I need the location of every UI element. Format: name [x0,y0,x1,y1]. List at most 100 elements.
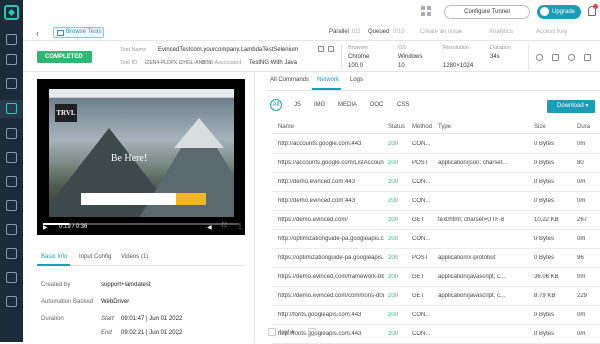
integrations-icon[interactable] [6,224,17,235]
queued-value: 0/10 [393,29,405,35]
cell-status: 200 [388,179,399,185]
fullscreen-icon[interactable]: ⛶ [222,223,226,230]
created-by-label: Created by [41,282,71,288]
visual-ui-icon[interactable] [6,176,17,187]
filter-media[interactable]: MEDIA [338,102,357,108]
table-row[interactable]: https://optimizationguide-pa.googleapis.… [272,249,600,268]
filter-all[interactable]: All [270,99,282,111]
delete-icon[interactable] [584,54,591,61]
more-icon[interactable] [552,54,559,61]
tab-basic-info[interactable]: Basic Info [41,254,67,260]
tab-input-config[interactable]: Input Config [79,254,111,260]
cell-name: https://optimizationguide-pa.googleapis.… [278,255,384,261]
table-row[interactable]: http://fonts.googleapis.com:443 200 CON...… [272,306,600,325]
cell-status: 200 [388,255,399,261]
col-method[interactable]: Method [412,124,432,130]
filter-img[interactable]: IMG [314,102,325,108]
table-row[interactable]: http://demo.evinced.com:443 200 CON... 0 By… [272,192,600,211]
tab-videos[interactable]: Videos (1) [121,254,148,260]
automation-icon[interactable] [6,103,17,114]
share-icon[interactable] [568,54,575,61]
col-duration[interactable]: Dura [577,124,590,130]
edit-icon[interactable] [318,46,324,52]
col-name[interactable]: Name [278,124,294,130]
builds-icon[interactable] [6,272,17,283]
video-player[interactable]: TRVL Be Here! ▶ 0:19 / 0:36 ◀ ⛶ ⋮ [37,79,245,235]
test-manager-icon[interactable] [6,200,17,211]
access-key-link[interactable]: Access Key [536,29,567,35]
cell-size: 0 Bytes [534,160,555,166]
screenshot-icon[interactable] [6,152,17,163]
browser-name: Chrome [348,54,370,60]
build-label: Build Associated [201,60,242,66]
cell-method: CON... [412,236,431,242]
realtime-icon[interactable] [6,54,17,65]
cell-status: 200 [388,274,399,280]
video-scene: TRVL Be Here! [49,98,234,217]
filter-css[interactable]: CSS [397,102,409,108]
cell-name: http://fonts.googleapis.com:443 [278,312,362,318]
cell-method: CON... [412,198,431,204]
col-type[interactable]: Type [438,124,451,130]
hyperexecute-icon[interactable] [6,128,17,139]
cell-duration: 80 [577,160,584,166]
create-issue-link[interactable]: Create an issue [420,29,462,35]
cell-status: 200 [388,331,399,337]
configure-tunnel-button[interactable]: Configure Tunnel [444,5,530,19]
table-row[interactable]: http://fonts.googleapis.com:443 200 CON...… [272,325,600,344]
download-button[interactable]: Download ▾ [547,100,595,113]
next-page-button[interactable] [308,328,316,336]
page-of: of 4 [284,330,295,336]
dashboard-icon[interactable] [6,34,17,45]
volume-icon[interactable]: ◀ [207,224,212,231]
play-icon[interactable]: ▶ [43,224,48,231]
cell-name: http://optimizationguide-pa.googleapis.c… [278,236,384,242]
cell-duration: 0m [577,312,586,318]
table-row[interactable]: http://demo.evinced.com:443 200 CON... 0 By… [272,173,600,192]
automation-value: WebDriver [101,299,130,305]
tab-logs[interactable]: Logs [350,77,363,83]
filter-js[interactable]: JS [294,102,301,108]
os-label: OS [398,45,406,51]
cell-size: 8.79 KB [534,293,556,299]
divider [266,90,600,91]
copy-icon[interactable] [328,46,334,52]
parallel-label: Parallel [329,29,350,35]
table-row[interactable]: https://demo.evinced.com/200 GET text/html… [272,211,600,230]
table-row[interactable]: https://demo.evinced.com/commons-d0d8a23… [272,287,600,306]
cell-duration: 267 [577,217,588,223]
cell-name: https://accounts.google.com/ListAccounts… [278,160,384,166]
automation-label: Automation Backed [41,299,94,305]
analytics-link[interactable]: Analytics [489,29,513,35]
mobile-icon[interactable] [6,78,17,89]
col-status[interactable]: Status [388,124,405,130]
duration-label: Duration [41,316,64,322]
apps-grid-icon[interactable] [421,6,432,17]
table-row[interactable]: http://optimizationguide-pa.googleapis.c… [272,230,600,249]
sidebar [0,0,23,342]
lambdatest-logo-icon[interactable] [4,5,19,20]
table-header: Name Status Method Type Size Dura [272,122,600,134]
cell-status: 200 [388,141,399,147]
table-row[interactable]: https://accounts.google.com/ListAccounts… [272,154,600,173]
upgrade-button[interactable]: Upgrade [537,5,581,19]
tab-all-commands[interactable]: All Commands [270,77,309,83]
back-arrow-icon[interactable]: ‹ [36,28,39,38]
menu-icon[interactable]: ⋮ [237,223,243,230]
prev-page-button[interactable] [268,328,276,336]
cell-name: http://demo.evinced.com:443 [278,179,356,185]
filter-doc[interactable]: DOC [370,102,383,108]
info-icon[interactable] [536,54,543,61]
cell-duration: 0m [577,274,586,280]
col-size[interactable]: Size [534,124,546,130]
table-row[interactable]: http://accounts.google.com:443 200 CON... 0… [272,135,600,154]
cell-duration: 229 [577,293,588,299]
cell-size: 0 Bytes [534,312,555,318]
folder-icon[interactable] [6,296,17,307]
table-row[interactable]: https://demo.evinced.com/framework-bbb2d… [272,268,600,287]
issue-tracker-icon[interactable] [6,248,17,259]
browse-tests-button[interactable]: Browse Tests [53,27,104,38]
cell-type: application/json; charset... [438,160,508,166]
cell-name: http://accounts.google.com:443 [278,141,362,147]
tab-network[interactable]: Network [317,77,339,83]
